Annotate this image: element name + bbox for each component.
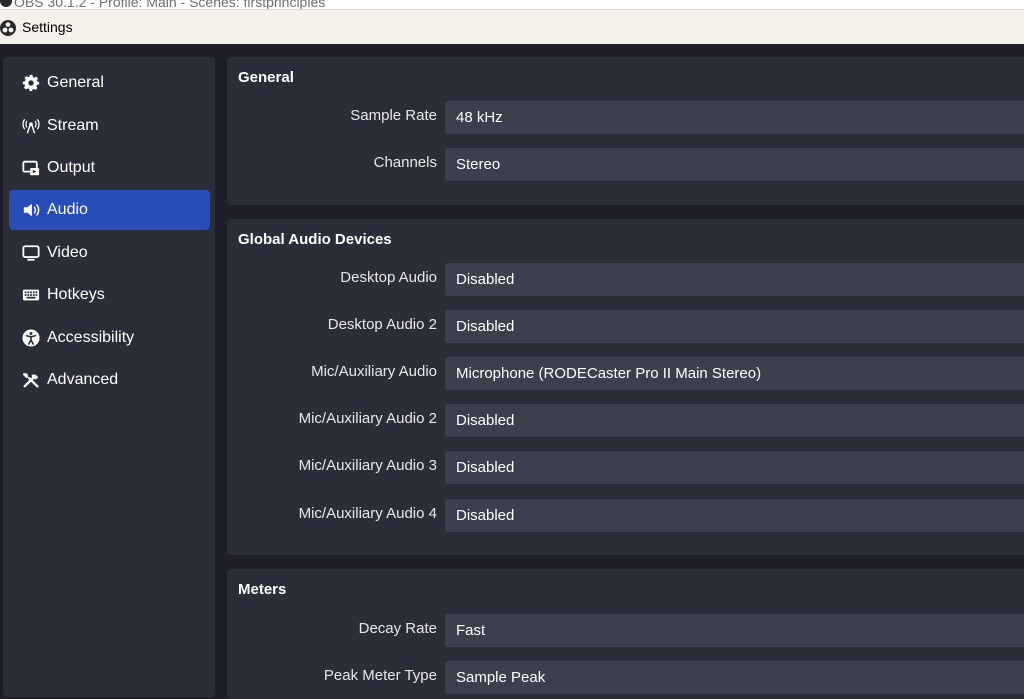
group-title: Global Audio Devices xyxy=(238,231,392,248)
speaker-icon xyxy=(21,200,41,220)
monitor-icon xyxy=(21,243,41,263)
settings-titlebar[interactable]: Settings xyxy=(0,9,1024,44)
peak-meter-type-select[interactable]: Sample Peak xyxy=(445,661,1024,694)
group-title: General xyxy=(238,69,294,86)
sidebar-item-audio[interactable]: Audio xyxy=(9,190,210,230)
antenna-icon xyxy=(21,116,41,136)
keyboard-icon xyxy=(21,285,41,305)
settings-sidebar: General Stream Output Audio Video Hotkey… xyxy=(3,57,215,697)
channels-select[interactable]: Stereo xyxy=(445,148,1024,181)
sidebar-item-label: Audio xyxy=(47,201,88,218)
sidebar-item-label: Accessibility xyxy=(47,329,135,346)
mic-aux-audio-4-select[interactable]: Disabled xyxy=(445,499,1024,532)
background-window-title: OBS 30.1.2 - Profile: Main - Scenes: fir… xyxy=(14,0,326,9)
peak-meter-type-label: Peak Meter Type xyxy=(323,667,437,684)
desktop-audio-select[interactable]: Disabled xyxy=(445,263,1024,296)
obs-logo-icon xyxy=(0,20,16,36)
channels-label: Channels xyxy=(373,154,437,171)
sidebar-item-general[interactable]: General xyxy=(9,63,210,103)
sidebar-item-output[interactable]: Output xyxy=(9,148,210,188)
sidebar-item-label: Output xyxy=(47,159,96,176)
mic-aux-audio-select[interactable]: Microphone (RODECaster Pro II Main Stere… xyxy=(445,357,1024,390)
sidebar-item-label: Advanced xyxy=(47,371,119,388)
sidebar-item-label: Stream xyxy=(47,117,99,134)
global-audio-devices-group: Global Audio Devices Desktop Audio Disab… xyxy=(227,219,1024,555)
sidebar-item-label: Video xyxy=(47,244,88,261)
accessibility-icon xyxy=(21,328,41,348)
decay-rate-select[interactable]: Fast xyxy=(445,614,1024,647)
sample-rate-label: Sample Rate xyxy=(350,107,437,124)
gear-icon xyxy=(21,73,41,93)
sample-rate-select[interactable]: 48 kHz xyxy=(445,101,1024,134)
desktop-audio-label: Desktop Audio xyxy=(340,269,437,286)
window-title: Settings xyxy=(22,19,73,35)
mic-aux-audio-2-select[interactable]: Disabled xyxy=(445,404,1024,437)
sidebar-item-accessibility[interactable]: Accessibility xyxy=(9,318,210,358)
mic-aux-audio-2-label: Mic/Auxiliary Audio 2 xyxy=(298,410,437,427)
output-icon xyxy=(21,158,41,178)
mic-aux-audio-3-select[interactable]: Disabled xyxy=(445,451,1024,484)
group-title: Meters xyxy=(238,581,287,598)
mic-aux-audio-label: Mic/Auxiliary Audio xyxy=(311,363,437,380)
background-window-titlebar: OBS 30.1.2 - Profile: Main - Scenes: fir… xyxy=(0,0,1024,9)
desktop-audio-2-label: Desktop Audio 2 xyxy=(327,316,437,333)
desktop-audio-2-select[interactable]: Disabled xyxy=(445,310,1024,343)
decay-rate-label: Decay Rate xyxy=(358,620,437,637)
sidebar-item-hotkeys[interactable]: Hotkeys xyxy=(9,275,210,315)
mic-aux-audio-3-label: Mic/Auxiliary Audio 3 xyxy=(298,457,437,474)
sidebar-item-video[interactable]: Video xyxy=(9,233,210,273)
sidebar-item-stream[interactable]: Stream xyxy=(9,106,210,146)
meters-group: Meters Decay Rate Fast Peak Meter Type S… xyxy=(227,569,1024,699)
sidebar-item-advanced[interactable]: Advanced xyxy=(9,360,210,400)
mic-aux-audio-4-label: Mic/Auxiliary Audio 4 xyxy=(298,505,437,522)
sidebar-item-label: General xyxy=(47,74,104,91)
wrench-icon xyxy=(21,370,41,390)
sidebar-item-label: Hotkeys xyxy=(47,286,105,303)
general-group: General Sample Rate 48 kHz Channels Ster… xyxy=(227,57,1024,205)
obs-logo-icon xyxy=(0,0,12,7)
